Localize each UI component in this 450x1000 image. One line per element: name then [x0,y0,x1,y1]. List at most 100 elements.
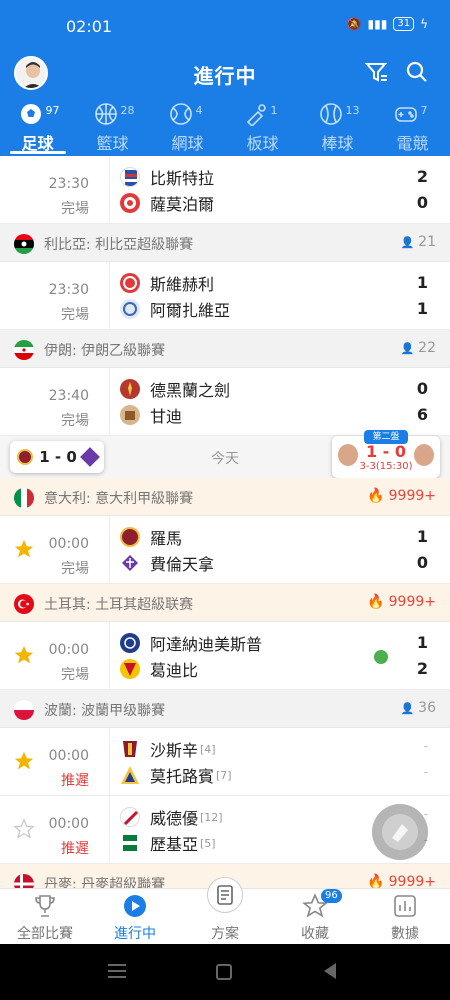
chart-icon [392,893,418,919]
home-icon[interactable] [216,964,232,980]
match-time-cell: 23:30 完場 [0,156,110,223]
match-time-cell: 00:00 推遲 [0,728,110,795]
match-status: 完場 [61,561,89,577]
person-icon: 👤 [400,701,415,715]
tab-basketball[interactable]: 28 籃球 [75,100,150,156]
nav-in-progress[interactable]: 進行中 [90,889,180,944]
search-icon[interactable] [404,59,430,85]
team-name: 葛迪比 [150,661,199,680]
nav-favorites[interactable]: 96 收藏 [270,889,360,944]
away-team: 阿爾扎維亞 [120,296,230,322]
match-time: 00:00 [48,748,89,764]
match-row[interactable]: 00:00 推遲 沙斯辛 [4] 莫托路賓 [7] - - [0,728,450,796]
team-rank: [5] [200,836,216,850]
favorites-badge: 96 [321,889,342,903]
away-team: 薩莫泊爾 [120,190,214,216]
live-score-card-right[interactable]: 第二盤 1 - 0 3-3(15:30) [332,430,440,478]
nav-plans[interactable]: 方案 [180,877,270,944]
tab-count: 4 [195,104,203,117]
away-score: 6 [416,405,428,424]
team-logo-icon [120,379,140,399]
back-icon[interactable] [324,963,336,979]
away-team: 莫托路賓 [7] [120,762,232,788]
nav-label: 收藏 [301,926,329,942]
person-icon: 👤 [400,341,415,355]
league-header-turkey[interactable]: 土耳其: 土耳其超級联赛 🔥 9999+ [0,584,450,622]
tab-label: 籃球 [96,134,129,153]
poland-flag-icon [14,700,34,720]
date-divider: 今天 1 - 0 第二盤 1 - 0 3-3(15:30) [0,430,450,478]
match-status: 推遲 [61,841,89,857]
league-count: 🔥 9999+ [367,594,436,610]
team-name: 沙斯辛 [150,741,199,760]
tab-tennis[interactable]: 4 網球 [150,100,225,156]
league-header-italy[interactable]: 意大利: 意大利甲級聯賽 🔥 9999+ [0,478,450,516]
home-score: 0 [416,379,428,398]
match-status: 完場 [61,413,89,429]
tab-cricket[interactable]: 1 板球 [225,100,300,156]
match-row[interactable]: 00:00 完場 羅馬 費倫天拿 1 0 [0,516,450,584]
league-header-libya[interactable]: 利比亞: 利比亞超級聯賽 👤 21 [0,224,450,262]
league-name: 波蘭: 波蘭甲级聯賽 [44,703,166,719]
floating-action-button[interactable] [372,804,428,860]
home-team: 羅馬 [120,524,182,550]
match-time-cell: 23:30 完場 [0,262,110,329]
match-status: 推遲 [61,773,89,789]
team-name: 歷基亞 [150,835,199,854]
favorite-star-outline-icon[interactable] [13,818,35,840]
team-logo-icon [120,273,140,293]
match-row[interactable]: 23:40 完場 德黑蘭之劍 甘迪 0 6 [0,368,450,436]
league-name: 丹麥: 丹麥超級聯賽 [44,877,166,888]
team-logo-icon [120,527,140,547]
home-team: 阿達納迪美斯普 [120,630,262,656]
live-score-card-left[interactable]: 1 - 0 [10,441,104,473]
match-row[interactable]: 00:00 完場 阿達納迪美斯普 葛迪比 1 2 [0,622,450,690]
roma-logo-icon [17,449,34,465]
status-time: 02:01 [66,17,113,36]
team-logo-icon [120,659,140,679]
match-row[interactable]: 23:30 完場 斯維赫利 阿爾扎維亞 1 1 [0,262,450,330]
match-time-cell: 00:00 完場 [0,516,110,583]
menu-icon[interactable] [108,964,126,978]
nav-all-matches[interactable]: 全部比賽 [0,889,90,944]
match-status: 完場 [61,201,89,217]
league-header-poland[interactable]: 波蘭: 波蘭甲级聯賽 👤 36 [0,690,450,728]
favorite-star-icon[interactable] [13,644,35,666]
libya-flag-icon [14,234,34,254]
tab-label: 板球 [246,134,279,153]
match-row[interactable]: 23:30 完場 比斯特拉 薩莫泊爾 2 0 [0,156,450,224]
team-name: 阿爾扎維亞 [150,301,231,320]
league-count: 👤 21 [400,234,436,250]
favorite-star-icon[interactable] [13,750,35,772]
nav-data[interactable]: 數據 [360,889,450,944]
home-score: 1 [416,527,428,546]
team-logo-icon [120,553,140,573]
tab-esports[interactable]: 7 電競 [375,100,450,156]
tab-baseball[interactable]: 13 棒球 [300,100,375,156]
away-score: 0 [416,193,428,212]
mute-icon: 🔕 [346,17,362,31]
play-circle-icon [122,893,148,919]
match-time: 00:00 [48,536,89,552]
iran-flag-icon [14,340,34,360]
tab-soccer[interactable]: 97 足球 [0,100,75,156]
filter-icon[interactable] [364,59,390,85]
home-team: 斯維赫利 [120,270,214,296]
league-header-iran[interactable]: 伊朗: 伊朗乙級聯賽 👤 22 [0,330,450,368]
match-time-cell: 00:00 推遲 [0,796,110,863]
team-logo-icon [120,833,140,853]
nav-label: 數據 [391,926,419,942]
favorite-star-icon[interactable] [13,538,35,560]
stats-icon[interactable] [374,650,388,664]
match-list[interactable]: 23:30 完場 比斯特拉 薩莫泊爾 2 0 利比亞: 利比亞超級聯賽 👤 21 [0,156,450,888]
match-time-cell: 23:40 完場 [0,368,110,435]
status-icons: 🔕 ▮▮▮ 31 ϟ [347,17,428,31]
team-name: 費倫天拿 [150,555,215,574]
league-name: 利比亞: 利比亞超級聯賽 [44,237,194,253]
home-score: - [423,739,428,753]
home-score: 1 [416,273,428,292]
league-count: 🔥 9999+ [367,488,436,504]
match-status: 完場 [61,667,89,683]
away-team: 歷基亞 [5] [120,830,216,856]
match-time: 23:40 [48,388,89,404]
